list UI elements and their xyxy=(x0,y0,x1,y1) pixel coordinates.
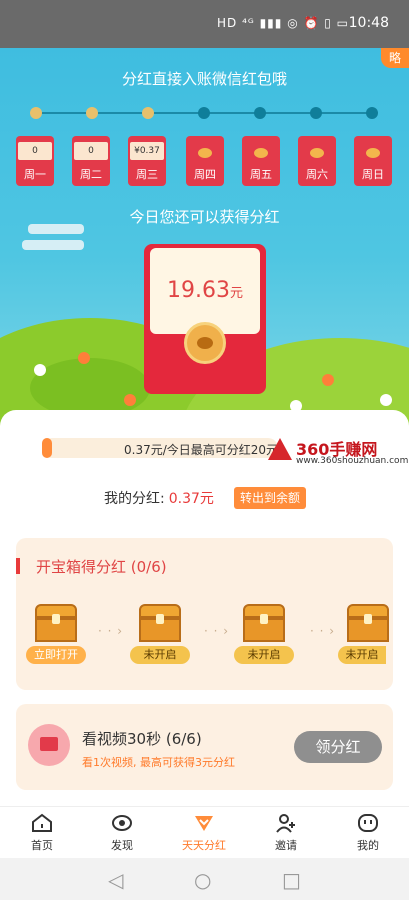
tab-label: 天天分红 xyxy=(182,839,226,852)
my-bonus: 我的分红: 0.37元 xyxy=(104,488,214,508)
chest-lock-icon xyxy=(156,614,164,624)
wechat-seal-icon xyxy=(184,322,226,364)
treasure-chest-icon[interactable] xyxy=(347,604,389,642)
discover-icon xyxy=(112,815,132,831)
flower-icon xyxy=(78,352,90,364)
back-icon[interactable]: ◁ xyxy=(108,868,123,892)
day-dot xyxy=(142,107,154,119)
day-dot xyxy=(198,107,210,119)
day-label: 周三 xyxy=(136,168,158,181)
chest-status: 未开启 xyxy=(338,646,386,664)
day-envelope-wed[interactable]: ¥0.37 周三 xyxy=(128,136,166,186)
tab-invite[interactable]: 邀请 xyxy=(256,807,316,859)
my-bonus-label: 我的分红: xyxy=(104,491,165,507)
day-label: 周五 xyxy=(250,168,272,181)
tab-label: 我的 xyxy=(357,839,379,852)
daily-progress-text: 0.37元/今日最高可分红20元 xyxy=(124,443,279,457)
chest-status: 未开启 xyxy=(130,646,190,664)
hero-title: 分红直接入账微信红包哦 xyxy=(121,70,287,88)
day-label: 周二 xyxy=(80,168,102,181)
day-amount: 0 xyxy=(18,142,52,160)
section-accent xyxy=(16,558,20,574)
chest-lock-icon xyxy=(260,614,268,624)
arrow-icon: · · › xyxy=(98,624,124,638)
treasure-chest-icon[interactable] xyxy=(139,604,181,642)
chest-lock-icon xyxy=(364,614,372,624)
coin-icon xyxy=(198,148,212,158)
status-bar: HD ⁴ᴳ ▮▮▮ ◎ ⏰ ▯ ▭ 10:48 xyxy=(0,0,409,48)
corner-tag[interactable]: 略 xyxy=(381,48,409,68)
status-time: 10:48 xyxy=(348,15,389,31)
arrow-icon: · · › xyxy=(204,624,230,638)
day-dot xyxy=(86,107,98,119)
day-dot xyxy=(254,107,266,119)
watermark-logo-icon xyxy=(268,438,292,460)
tab-home[interactable]: 首页 xyxy=(12,807,72,859)
day-envelope-mon[interactable]: 0 周一 xyxy=(16,136,54,186)
profile-icon xyxy=(358,814,378,832)
day-amount: 0 xyxy=(74,142,108,160)
hero-subtitle: 今日您还可以获得分红 xyxy=(129,208,280,226)
day-envelope-fri[interactable]: 周五 xyxy=(242,136,280,186)
tab-label: 邀请 xyxy=(275,839,297,852)
status-icons: HD ⁴ᴳ ▮▮▮ ◎ ⏰ ▯ ▭ xyxy=(217,16,349,30)
day-envelope-sat[interactable]: 周六 xyxy=(298,136,336,186)
day-label: 周日 xyxy=(362,168,384,181)
day-envelope-thu[interactable]: 周四 xyxy=(186,136,224,186)
daily-progress-fill xyxy=(42,438,52,458)
recent-apps-icon[interactable]: □ xyxy=(282,868,301,892)
bottom-tab-bar: 首页 发现 天天分红 邀请 我的 xyxy=(0,806,409,858)
day-envelope-tue[interactable]: 0 周二 xyxy=(72,136,110,186)
video-play-icon xyxy=(28,724,70,766)
big-red-envelope[interactable]: 19.63元 xyxy=(144,244,266,394)
day-envelope-sun[interactable]: 周日 xyxy=(354,136,392,186)
flower-icon xyxy=(380,394,392,406)
watermark: 360手赚网 www.360shouzhuan.com xyxy=(268,434,408,468)
tab-profile[interactable]: 我的 xyxy=(338,807,398,859)
tab-daily-bonus[interactable]: 天天分红 xyxy=(174,807,234,859)
tab-label: 发现 xyxy=(111,839,133,852)
transfer-to-balance-button[interactable]: 转出到余额 xyxy=(234,487,307,509)
arrow-icon: · · › xyxy=(310,624,336,638)
envelope-value: 19.63 xyxy=(167,278,230,303)
coin-icon xyxy=(310,148,324,158)
flower-icon xyxy=(322,374,334,386)
tab-label: 首页 xyxy=(31,839,53,852)
treasure-chest-icon[interactable] xyxy=(35,604,77,642)
claim-bonus-button[interactable]: 领分红 xyxy=(294,731,382,763)
tab-discover[interactable]: 发现 xyxy=(92,807,152,859)
chest-status: 未开启 xyxy=(234,646,294,664)
open-now-button[interactable]: 立即打开 xyxy=(26,646,86,664)
day-dot xyxy=(310,107,322,119)
flower-icon xyxy=(124,394,136,406)
treasure-chest-icon[interactable] xyxy=(243,604,285,642)
day-label: 周一 xyxy=(24,168,46,181)
coin-icon xyxy=(254,148,268,158)
day-label: 周六 xyxy=(306,168,328,181)
envelope-unit: 元 xyxy=(229,286,243,301)
day-dot xyxy=(366,107,378,119)
video-title: 看视频30秒 (6/6) xyxy=(82,730,202,748)
day-dot xyxy=(30,107,42,119)
daily-bonus-icon xyxy=(195,816,213,831)
chest-lock-icon xyxy=(52,614,60,624)
home-icon xyxy=(32,813,52,832)
day-label: 周四 xyxy=(194,168,216,181)
my-bonus-amount: 0.37元 xyxy=(168,491,214,507)
cloud-decoration xyxy=(22,240,84,250)
watermark-url: www.360shouzhuan.com xyxy=(296,456,409,466)
home-circle-icon[interactable]: ○ xyxy=(194,868,211,892)
hero-banner: 略 分红直接入账微信红包哦 0 周一 0 周二 ¥0.37 周三 周四 周五 周… xyxy=(0,48,409,428)
watch-video-card: 看视频30秒 (6/6) 看1次视频, 最高可获得3元分红 领分红 xyxy=(16,704,393,790)
day-amount: ¥0.37 xyxy=(130,142,164,160)
bush-decoration xyxy=(30,358,150,418)
treasure-title: 开宝箱得分红 (0/6) xyxy=(36,558,167,576)
invite-icon xyxy=(276,814,295,833)
coin-icon xyxy=(366,148,380,158)
flower-icon xyxy=(34,364,46,376)
video-subtitle: 看1次视频, 最高可获得3元分红 xyxy=(82,756,235,769)
system-nav-bar: ◁ ○ □ xyxy=(0,858,409,900)
